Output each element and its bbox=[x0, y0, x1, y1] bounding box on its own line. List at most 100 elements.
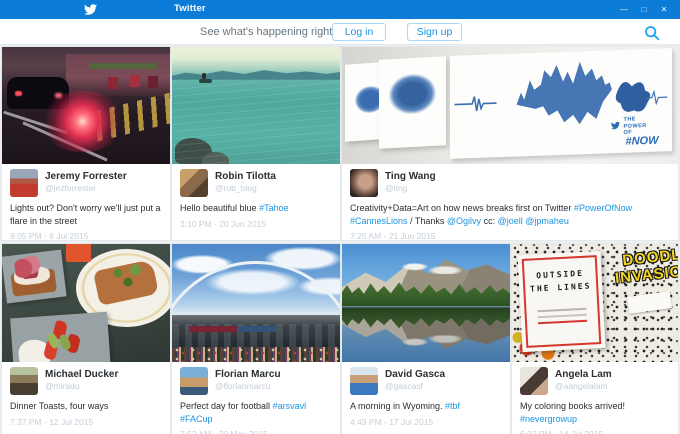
tweet-link[interactable]: @Ogilvy bbox=[447, 216, 481, 226]
tweet-link[interactable]: #FACup bbox=[180, 414, 213, 424]
user-row: Florian Marcu @florianmarcu bbox=[172, 362, 340, 395]
user-name[interactable]: Angela Lam bbox=[555, 369, 612, 381]
top-header: See what's happening right now. Log in S… bbox=[0, 19, 680, 45]
user-name[interactable]: Ting Wang bbox=[385, 171, 436, 183]
signup-button[interactable]: Sign up bbox=[407, 23, 462, 41]
avatar[interactable] bbox=[520, 367, 548, 395]
tweet-link[interactable]: #arsvavl bbox=[273, 401, 307, 411]
tweet-card[interactable]: Jeremy Forrester @jezforrester Lights ou… bbox=[2, 47, 170, 240]
avatar[interactable] bbox=[180, 367, 208, 395]
user-handle[interactable]: @jezforrester bbox=[45, 183, 127, 194]
tweet-timestamp: 9:05 PM - 6 Jul 2015 bbox=[10, 231, 162, 240]
tweet-link[interactable]: #PowerOfNow bbox=[574, 203, 632, 213]
tweet-text-span: Hello beautiful blue bbox=[180, 203, 259, 213]
tweet-card[interactable]: David Gasca @gascasf A morning in Wyomin… bbox=[342, 244, 510, 434]
mountain-ridge-shape bbox=[172, 67, 340, 80]
mountain-scene bbox=[342, 244, 510, 307]
search-icon[interactable] bbox=[643, 24, 661, 42]
user-name[interactable]: Jeremy Forrester bbox=[45, 171, 127, 183]
user-row: David Gasca @gascasf bbox=[342, 362, 510, 395]
tweet-text-span: / Thanks bbox=[408, 216, 447, 226]
tweet-text: My coloring books arrived! #nevergrowup bbox=[520, 400, 670, 425]
water-texture bbox=[172, 82, 340, 164]
user-handle[interactable]: @ting bbox=[385, 183, 436, 194]
avatar[interactable] bbox=[180, 169, 208, 197]
book-title: OUTSIDE THE LINES bbox=[527, 267, 595, 296]
tweet-photo-lake-tahoe[interactable] bbox=[172, 47, 340, 164]
tweet-photo-art-gallery[interactable]: THE POWER OF #NOW bbox=[342, 47, 678, 164]
tweet-text: Dinner Toasts, four ways bbox=[10, 400, 162, 413]
user-name[interactable]: David Gasca bbox=[385, 369, 445, 381]
tweet-link[interactable]: #Tahoe bbox=[259, 203, 289, 213]
tweet-photo-coloring-books[interactable]: DOODLE INVASION OUTSIDE THE LINES bbox=[512, 244, 678, 362]
user-name[interactable]: Robin Tilotta bbox=[215, 171, 276, 183]
tweet-card[interactable]: Florian Marcu @florianmarcu Perfect day … bbox=[172, 244, 340, 434]
tweet-link[interactable]: @joell bbox=[498, 216, 523, 226]
avatar[interactable] bbox=[350, 169, 378, 197]
tweet-text-span: Perfect day for football bbox=[180, 401, 273, 411]
tweet-photo-dinner-toasts[interactable] bbox=[2, 244, 170, 362]
user-row: Jeremy Forrester @jezforrester bbox=[2, 164, 170, 197]
kayaker-shape bbox=[202, 73, 206, 79]
user-handle[interactable]: @rob_blog bbox=[215, 183, 276, 194]
avatar[interactable] bbox=[350, 367, 378, 395]
square-plate-shape bbox=[2, 250, 67, 304]
window-glow-shape bbox=[130, 75, 140, 87]
tweet-link[interactable]: #tbf bbox=[445, 401, 460, 411]
tweet-timestamp: 6:07 PM - 14 Jul 2015 bbox=[520, 429, 670, 434]
tweet-timestamp: 3:10 PM - 20 Jun 2015 bbox=[180, 219, 332, 229]
caption-hashtag: #NOW bbox=[625, 135, 658, 146]
twitter-bird-icon bbox=[84, 3, 97, 16]
user-handle[interactable]: @miradu bbox=[45, 381, 118, 392]
building-shape bbox=[66, 54, 170, 96]
tweet-photo-wembley[interactable] bbox=[172, 244, 340, 362]
user-row: Michael Ducker @miradu bbox=[2, 362, 170, 395]
tweet-timestamp: 4:49 PM - 17 Jul 2015 bbox=[350, 417, 502, 427]
close-button[interactable]: ✕ bbox=[654, 0, 674, 19]
stadium-band bbox=[172, 315, 340, 347]
doodle-invasion-title: DOODLE INVASION bbox=[612, 245, 678, 287]
user-name[interactable]: Michael Ducker bbox=[45, 369, 118, 381]
tweet-text: Perfect day for football #arsvavl #FACup bbox=[180, 400, 332, 425]
login-button[interactable]: Log in bbox=[332, 23, 386, 41]
tweet-text: Hello beautiful blue #Tahoe bbox=[180, 202, 332, 215]
gallery-canvas-main: THE POWER OF #NOW bbox=[450, 48, 672, 159]
tweet-text-span: cc: bbox=[481, 216, 498, 226]
tweet-photo-wyoming-lake[interactable] bbox=[342, 244, 510, 362]
crowd-strip bbox=[172, 347, 340, 362]
avatar[interactable] bbox=[10, 367, 38, 395]
user-handle[interactable]: @gascasf bbox=[385, 381, 445, 392]
tweet-text: Creativity+Data=Art on how news breaks f… bbox=[350, 202, 670, 227]
user-handle[interactable]: @aangelalam bbox=[555, 381, 612, 392]
snow-patches bbox=[392, 262, 468, 275]
tweet-link[interactable]: #nevergrowup bbox=[520, 414, 577, 424]
tweet-card[interactable]: Robin Tilotta @rob_blog Hello beautiful … bbox=[172, 47, 340, 240]
user-row: Angela Lam @aangelalam bbox=[512, 362, 678, 395]
tweet-card[interactable]: THE POWER OF #NOW Ting Wang @ting Creati… bbox=[342, 47, 678, 240]
book-cover: OUTSIDE THE LINES bbox=[518, 251, 606, 352]
tweet-card[interactable]: DOODLE INVASION OUTSIDE THE LINES Angela… bbox=[512, 244, 678, 434]
tweet-text-span: Creativity+Data=Art on how news breaks f… bbox=[350, 203, 574, 213]
tweet-text: Lights out? Don't worry we'll just put a… bbox=[10, 202, 162, 227]
gallery-canvas bbox=[379, 56, 446, 148]
tweet-timestamp: 7:37 PM - 12 Jul 2015 bbox=[10, 417, 162, 427]
tweet-card[interactable]: Michael Ducker @miradu Dinner Toasts, fo… bbox=[2, 244, 170, 434]
tweet-link[interactable]: @jpmaheu bbox=[525, 216, 569, 226]
window-controls: — □ ✕ bbox=[614, 0, 674, 19]
maximize-button[interactable]: □ bbox=[634, 0, 654, 19]
avatar[interactable] bbox=[10, 169, 38, 197]
awning-shape bbox=[89, 63, 156, 69]
orange-container bbox=[66, 244, 91, 262]
white-label-shape bbox=[627, 291, 672, 313]
twitter-bird-icon bbox=[611, 121, 620, 130]
user-handle[interactable]: @florianmarcu bbox=[215, 381, 281, 392]
user-name[interactable]: Florian Marcu bbox=[215, 369, 281, 381]
tweet-timestamp: 7:52 AM - 30 May 2015 bbox=[180, 429, 332, 434]
user-row: Ting Wang @ting bbox=[342, 164, 678, 197]
peach-slices bbox=[13, 255, 41, 280]
tweet-photo-night-street[interactable] bbox=[2, 47, 170, 164]
mozzarella-shape bbox=[18, 338, 53, 362]
tweet-link[interactable]: #CannesLions bbox=[350, 216, 408, 226]
minimize-button[interactable]: — bbox=[614, 0, 634, 19]
tweet-timestamp: 7:25 AM - 21 Jun 2015 bbox=[350, 231, 670, 240]
